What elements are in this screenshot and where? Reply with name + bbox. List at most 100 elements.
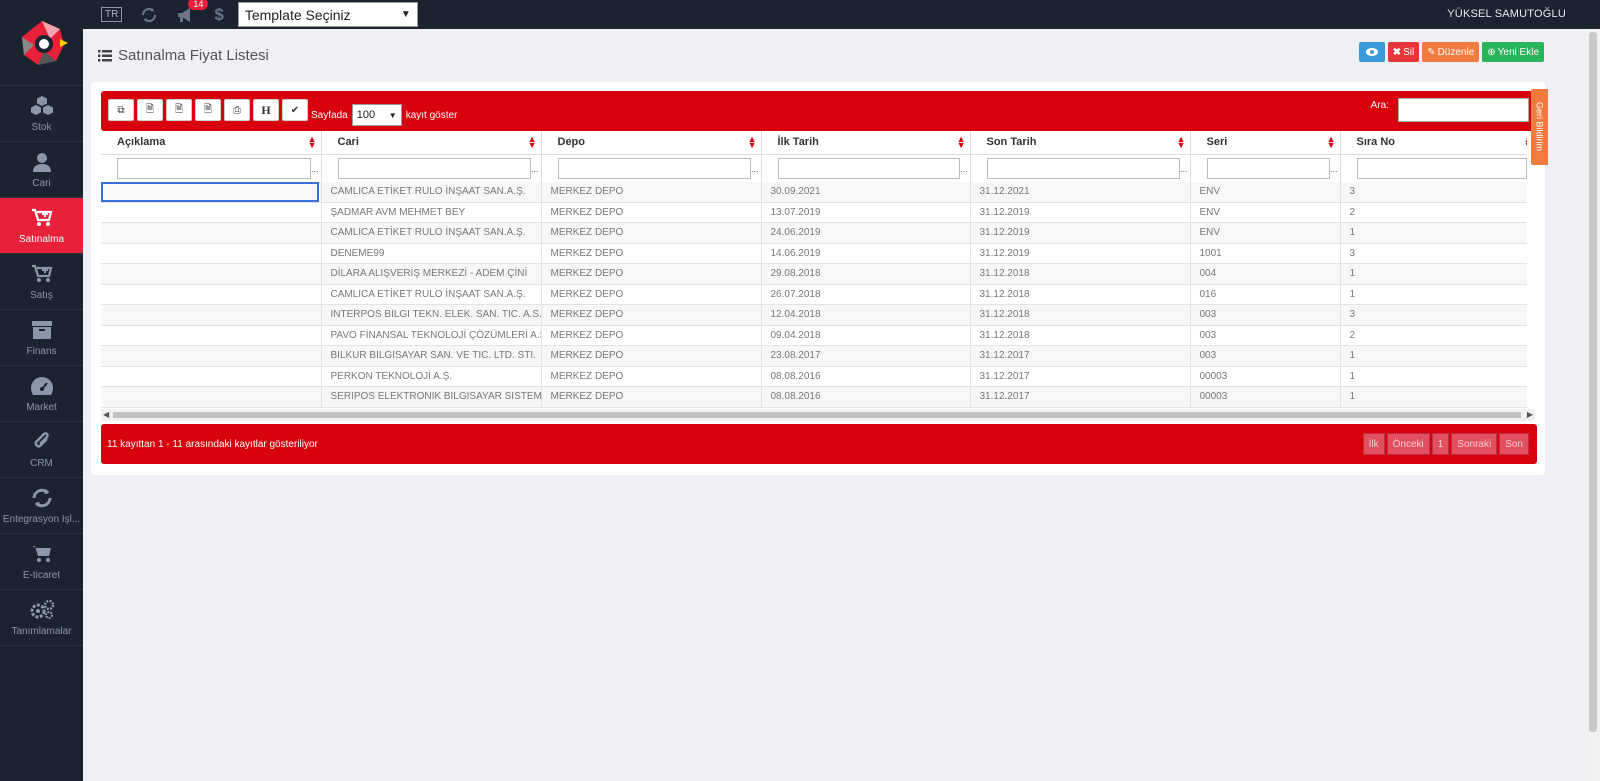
- table-cell[interactable]: [101, 202, 322, 223]
- copy-button[interactable]: ⧉: [108, 99, 134, 121]
- scroll-right-icon[interactable]: ▶: [1527, 410, 1533, 419]
- sidebar-item-entegrasyon-i-şl[interactable]: Entegrasyon İşl...: [0, 478, 83, 534]
- table-cell[interactable]: ŞADMAR AVM MEHMET BEY: [321, 202, 542, 223]
- sidebar-item-tanımlamalar[interactable]: Tanımlamalar: [0, 590, 83, 646]
- table-cell[interactable]: 2: [1340, 202, 1527, 223]
- table-cell[interactable]: [101, 366, 322, 387]
- table-cell[interactable]: 1: [1340, 263, 1527, 285]
- table-cell[interactable]: CAMLICA ETİKET RULO İNŞAAT SAN.A.Ş.: [321, 284, 542, 305]
- currency-button[interactable]: $: [214, 5, 223, 25]
- sidebar-item-cari[interactable]: Cari: [0, 142, 83, 198]
- table-cell[interactable]: 14.06.2019: [761, 243, 971, 264]
- table-cell[interactable]: 30.09.2021: [761, 181, 971, 203]
- column-header[interactable]: Açıklama ▲ ▼: [101, 131, 322, 155]
- table-cell[interactable]: 31.12.2018: [970, 325, 1191, 346]
- filter-options-icon[interactable]: ...: [960, 164, 968, 174]
- filter-input[interactable]: [337, 157, 531, 179]
- table-cell[interactable]: MERKEZ DEPO: [541, 263, 762, 285]
- table-cell[interactable]: MERKEZ DEPO: [541, 284, 762, 305]
- table-cell[interactable]: 31.12.2017: [970, 366, 1191, 387]
- table-cell[interactable]: [101, 304, 322, 326]
- table-cell[interactable]: SERIPOS ELEKTRONIK BILGISAYAR SISTEMLE..…: [321, 386, 542, 408]
- table-cell[interactable]: 08.08.2016: [761, 386, 971, 408]
- column-header[interactable]: Son Tarih ▲ ▼: [970, 131, 1191, 155]
- table-cell[interactable]: MERKEZ DEPO: [541, 202, 762, 223]
- table-row[interactable]: INTERPOS BILGI TEKN. ELEK. SAN. TIC. A.S…: [101, 304, 1527, 326]
- pager-button[interactable]: Önceki: [1386, 433, 1430, 455]
- language-button[interactable]: TR: [101, 7, 123, 22]
- sidebar-item-crm[interactable]: CRM: [0, 422, 83, 478]
- table-cell[interactable]: CAMLICA ETİKET RULO İNŞAAT SAN.A.Ş.: [321, 181, 542, 203]
- filter-input[interactable]: [117, 157, 311, 179]
- filter-input[interactable]: [986, 157, 1180, 179]
- pager-button[interactable]: Sonraki: [1451, 433, 1498, 455]
- table-cell[interactable]: 003: [1190, 325, 1341, 346]
- add-button[interactable]: ⊕ Yeni Ekle: [1482, 42, 1544, 62]
- table-row[interactable]: DİLARA ALIŞVERİŞ MERKEZİ - ADEM ÇİNİ MERK…: [101, 263, 1527, 285]
- table-cell[interactable]: [101, 345, 322, 367]
- logo-area[interactable]: [0, 0, 83, 86]
- table-cell[interactable]: 29.08.2018: [761, 263, 971, 285]
- table-cell[interactable]: DENEME99: [321, 243, 542, 264]
- table-cell[interactable]: MERKEZ DEPO: [541, 386, 762, 408]
- table-cell[interactable]: 00003: [1190, 366, 1341, 387]
- table-cell[interactable]: 26.07.2018: [761, 284, 971, 305]
- refresh-button[interactable]: [140, 6, 158, 24]
- table-cell[interactable]: 31.12.2019: [970, 202, 1191, 223]
- table-cell[interactable]: 24.06.2019: [761, 222, 971, 244]
- table-row[interactable]: PAVO FİNANSAL TEKNOLOJİ ÇÖZÜMLERİ A.Ş. ME…: [101, 325, 1527, 346]
- sort-icon[interactable]: ▲▼: [1327, 135, 1336, 150]
- sort-icon[interactable]: ▲▼: [1177, 135, 1186, 150]
- table-cell[interactable]: [101, 325, 322, 346]
- table-cell[interactable]: [101, 263, 322, 285]
- table-cell[interactable]: MERKEZ DEPO: [541, 345, 762, 367]
- column-header[interactable]: Seri ▲ ▼: [1190, 131, 1341, 155]
- table-cell[interactable]: MERKEZ DEPO: [541, 325, 762, 346]
- sort-icon[interactable]: ▲▼: [748, 135, 757, 150]
- view-button[interactable]: [1358, 42, 1385, 62]
- pager-button[interactable]: İlk: [1362, 433, 1385, 455]
- table-cell[interactable]: DİLARA ALIŞVERİŞ MERKEZİ - ADEM ÇİNİ: [321, 263, 542, 285]
- table-cell[interactable]: 003: [1190, 345, 1341, 367]
- user-name[interactable]: YÜKSEL SAMUTOĞLU: [1447, 8, 1566, 20]
- check-button[interactable]: ✔: [282, 99, 308, 121]
- table-cell[interactable]: 3: [1340, 181, 1527, 203]
- table-cell[interactable]: 1: [1340, 366, 1527, 387]
- table-cell[interactable]: PERKON TEKNOLOJİ A.Ş.: [321, 366, 542, 387]
- table-cell[interactable]: 3: [1340, 304, 1527, 326]
- edit-button[interactable]: ✎ Düzenle: [1422, 42, 1480, 62]
- table-row[interactable]: CAMLICA ETİKET RULO İNŞAAT SAN.A.Ş. MERKE…: [101, 181, 1527, 203]
- table-row[interactable]: SERIPOS ELEKTRONIK BILGISAYAR SISTEMLE..…: [101, 386, 1527, 408]
- search-input[interactable]: [1398, 98, 1529, 122]
- pdf-button[interactable]: 🗎: [195, 99, 221, 121]
- sidebar-item-satış[interactable]: Satış: [0, 254, 83, 310]
- delete-button[interactable]: ✖ Sil: [1387, 42, 1420, 62]
- table-cell[interactable]: 1: [1340, 345, 1527, 367]
- table-cell[interactable]: 00003: [1190, 386, 1341, 408]
- filter-input[interactable]: [777, 157, 960, 179]
- sort-icon[interactable]: ▲▼: [308, 135, 317, 150]
- column-header[interactable]: İlk Tarih ▲ ▼: [761, 131, 971, 155]
- page-scrollbar[interactable]: [1586, 29, 1600, 781]
- selected-cell[interactable]: [101, 181, 319, 202]
- sidebar-item-finans[interactable]: Finans: [0, 310, 83, 366]
- excel-button[interactable]: 🗎: [137, 99, 163, 121]
- table-cell[interactable]: 31.12.2019: [970, 222, 1191, 244]
- filter-options-icon[interactable]: ...: [1330, 164, 1338, 174]
- table-cell[interactable]: 2: [1340, 325, 1527, 346]
- column-header[interactable]: Sıra No ▲▼: [1340, 131, 1527, 155]
- table-cell[interactable]: 31.12.2021: [970, 181, 1191, 203]
- column-header[interactable]: Cari ▲ ▼: [321, 131, 542, 155]
- table-cell[interactable]: [101, 222, 322, 244]
- table-cell[interactable]: INTERPOS BILGI TEKN. ELEK. SAN. TIC. A.S…: [321, 304, 542, 326]
- table-cell[interactable]: 1: [1340, 284, 1527, 305]
- page-size-select[interactable]: 100 ▼: [351, 104, 402, 126]
- filter-options-icon[interactable]: ...: [311, 164, 319, 174]
- header-button[interactable]: H: [253, 99, 279, 121]
- table-cell[interactable]: MERKEZ DEPO: [541, 243, 762, 264]
- feedback-tab[interactable]: Geri Bildirim: [1531, 89, 1548, 165]
- table-cell[interactable]: [101, 284, 322, 305]
- table-cell[interactable]: 13.07.2019: [761, 202, 971, 223]
- pager-button[interactable]: 1: [1431, 433, 1450, 455]
- table-cell[interactable]: MERKEZ DEPO: [541, 304, 762, 326]
